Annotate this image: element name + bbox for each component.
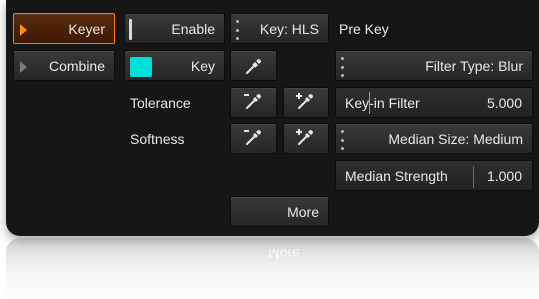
tolerance-minus-eyedropper[interactable] <box>230 87 277 118</box>
tolerance-plus-eyedropper[interactable] <box>283 87 329 118</box>
key-color-button[interactable]: Key <box>124 50 225 81</box>
expand-arrow-icon <box>20 24 27 36</box>
slider-cursor <box>369 92 370 114</box>
median-size-dropdown[interactable]: Median Size: Medium <box>335 123 533 154</box>
reflected-more-label: More <box>268 246 300 262</box>
median-strength-label: Median Strength <box>345 167 448 184</box>
filter-type-dropdown[interactable]: Filter Type: Blur <box>335 50 533 81</box>
enable-label: Enable <box>171 20 215 37</box>
eyedropper-icon <box>245 57 263 75</box>
keyin-filter-value[interactable]: 5.000 <box>487 88 522 117</box>
softness-text: Softness <box>130 130 185 147</box>
sidebar-item-combine[interactable]: Combine <box>13 50 115 81</box>
tolerance-label: Tolerance <box>124 87 225 118</box>
eyedropper-minus-icon <box>243 92 265 113</box>
sidebar-item-label: Combine <box>48 57 105 74</box>
drag-handle-icon <box>341 57 344 77</box>
softness-minus-eyedropper[interactable] <box>230 123 277 154</box>
median-size-label: Median Size: Medium <box>388 130 523 147</box>
section-title: Pre Key <box>333 13 533 44</box>
median-strength-slider[interactable]: Median Strength 1.000 <box>335 160 533 191</box>
section-title-text: Pre Key <box>339 20 389 37</box>
softness-plus-eyedropper[interactable] <box>283 123 329 154</box>
eyedropper-plus-icon <box>295 128 317 149</box>
eyedropper-minus-icon <box>243 128 265 149</box>
filter-type-label: Filter Type: Blur <box>425 57 523 74</box>
toggle-indicator <box>129 19 132 40</box>
slider-divider <box>473 166 474 188</box>
keyin-filter-label: Key-in Filter <box>345 94 420 111</box>
key-eyedropper-button[interactable] <box>230 50 277 81</box>
key-mode-label: Key: HLS <box>259 20 319 37</box>
sidebar-item-label: Keyer <box>68 20 105 37</box>
keyin-filter-slider[interactable]: Key-in Filter 5.000 <box>335 87 533 118</box>
eyedropper-plus-icon <box>295 92 317 113</box>
panel-reflection: More <box>6 238 539 299</box>
softness-label: Softness <box>124 123 225 154</box>
drag-handle-icon <box>341 130 344 150</box>
more-button[interactable]: More <box>230 196 329 227</box>
key-mode-dropdown[interactable]: Key: HLS <box>230 13 329 44</box>
more-label: More <box>287 203 319 220</box>
median-strength-value[interactable]: 1.000 <box>487 161 522 190</box>
key-color-swatch <box>130 57 152 77</box>
expand-arrow-icon <box>20 61 27 73</box>
key-label: Key <box>190 57 215 74</box>
sidebar-item-keyer[interactable]: Keyer <box>13 13 115 44</box>
drag-handle-icon <box>236 20 239 40</box>
tolerance-text: Tolerance <box>130 94 191 111</box>
enable-toggle[interactable]: Enable <box>124 13 225 44</box>
